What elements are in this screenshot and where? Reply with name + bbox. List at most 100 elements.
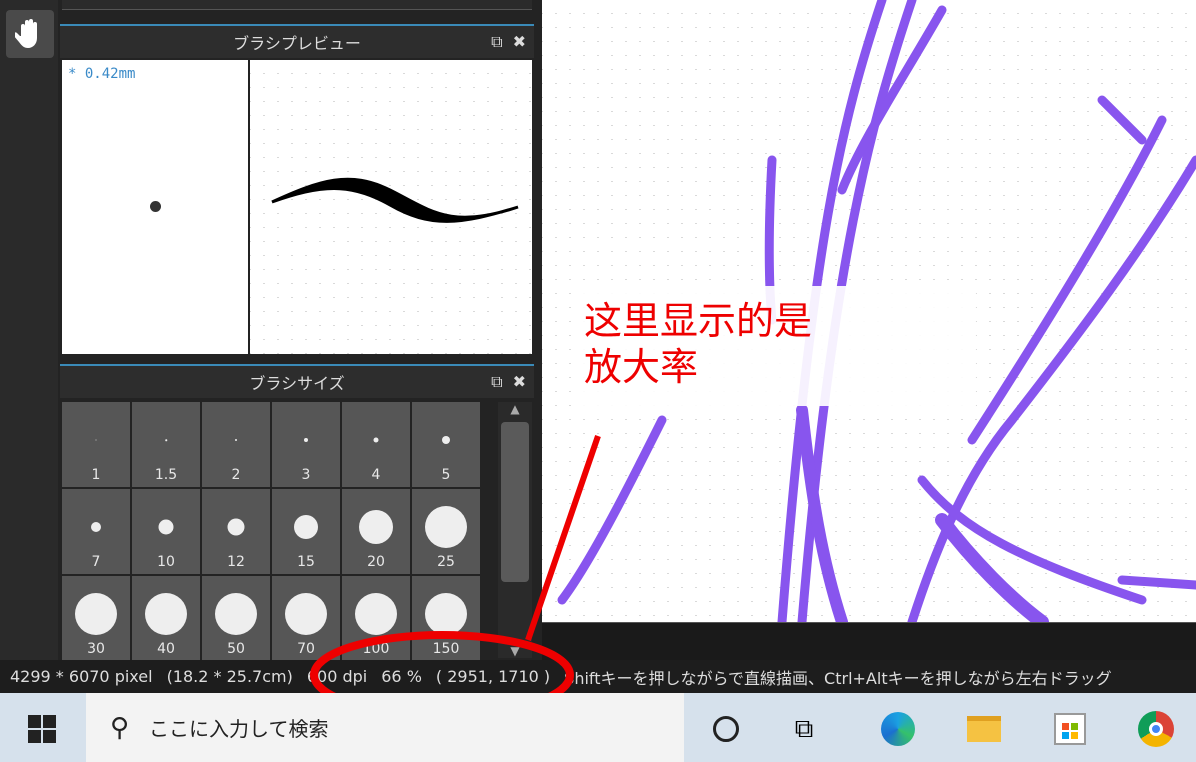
brush-size-label: 5: [441, 467, 451, 483]
brush-size-label: 12: [227, 554, 245, 570]
brush-size-dot: [91, 522, 101, 533]
brush-size-label: 2: [231, 467, 241, 483]
brush-size-label: 10: [157, 554, 175, 570]
brush-size-dot: [294, 515, 318, 540]
brush-size-label: 100: [362, 641, 390, 657]
scroll-thumb[interactable]: [501, 422, 529, 582]
brush-size-label: 70: [297, 641, 315, 657]
close-icon[interactable]: ✖: [513, 32, 526, 52]
file-explorer-icon[interactable]: [966, 711, 1002, 747]
scroll-up-icon[interactable]: ▲: [498, 402, 532, 416]
taskbar-search[interactable]: ⚲ ここに入力して検索: [86, 693, 684, 762]
brush-size-dot: [235, 439, 237, 442]
scrollbar[interactable]: ▲ ▼: [498, 402, 532, 658]
brush-size-cell[interactable]: 50: [202, 576, 270, 661]
canvas-cm: (18.2 * 25.7cm): [166, 667, 293, 686]
brush-size-label: 4: [371, 467, 381, 483]
search-placeholder: ここに入力して検索: [149, 717, 329, 741]
brush-size-label: 30: [87, 641, 105, 657]
chrome-icon[interactable]: [1138, 711, 1174, 747]
brush-size-dot: [158, 519, 174, 535]
brush-size-label: 15: [297, 554, 315, 570]
hand-icon: [15, 19, 37, 48]
brush-size-dot: [442, 436, 450, 445]
windows-icon: [28, 715, 56, 743]
brush-size-cell[interactable]: 1.5: [132, 402, 200, 487]
left-panel: ブラシプレビュー ⧉ ✖ * 0.42mm ブラシサイズ ⧉ ✖ 1 1.5 2 3 4 5 7…: [0, 0, 542, 661]
brush-size-cell[interactable]: 150: [412, 576, 480, 661]
annotation-line2: 放大率: [584, 345, 699, 389]
brush-size-dot: [215, 593, 257, 636]
brush-size-label: 3: [301, 467, 311, 483]
brush-size-label: 40: [157, 641, 175, 657]
edge-icon[interactable]: [880, 711, 916, 747]
annotation-box: 这里显示的是 放大率: [572, 286, 976, 406]
scroll-down-icon[interactable]: ▼: [498, 644, 532, 658]
brush-tip-preview: * 0.42mm: [62, 60, 248, 354]
brush-size-dot: [425, 506, 467, 549]
canvas-scrollbar[interactable]: [542, 622, 1196, 660]
brush-size-label: 20: [367, 554, 385, 570]
brush-size-dot: [355, 593, 397, 636]
brush-size-grid: 1 1.5 2 3 4 5 7 10 12 15 20 25 30 40 50 70 100 150: [62, 402, 480, 661]
brush-preview-header: ブラシプレビュー ⧉ ✖: [60, 24, 534, 58]
brush-size-cell[interactable]: 15: [272, 489, 340, 574]
brush-size-cell[interactable]: 20: [342, 489, 410, 574]
toolbar-strip: [62, 0, 532, 10]
brush-size-cell[interactable]: 70: [272, 576, 340, 661]
store-icon[interactable]: [1052, 711, 1088, 747]
brush-size-dot: [95, 439, 97, 441]
brush-size-label: 25: [437, 554, 455, 570]
search-icon: ⚲: [110, 712, 130, 743]
popout-icon[interactable]: ⧉: [491, 372, 502, 392]
brush-size-label: 150: [432, 641, 460, 657]
brush-size-label: 1: [91, 467, 101, 483]
tool-column: [0, 0, 58, 660]
popout-icon[interactable]: ⧉: [491, 32, 502, 52]
brush-preview-title: ブラシプレビュー: [233, 34, 361, 53]
brush-size-cell[interactable]: 25: [412, 489, 480, 574]
brush-size-dot: [75, 593, 117, 636]
zoom-level: 66 %: [381, 667, 422, 686]
taskbar: ⚲ ここに入力して検索 ⧉: [0, 693, 1196, 762]
brush-size-dot: [304, 438, 308, 443]
brush-size-cell[interactable]: 5: [412, 402, 480, 487]
status-bar: 4299 * 6070 pixel (18.2 * 25.7cm) 600 dp…: [0, 660, 1196, 693]
start-button[interactable]: [28, 715, 56, 747]
brush-size-header: ブラシサイズ ⧉ ✖: [60, 364, 534, 398]
brush-size-cell[interactable]: 40: [132, 576, 200, 661]
close-icon[interactable]: ✖: [513, 372, 526, 392]
canvas-pixels: 4299 * 6070 pixel: [10, 667, 153, 686]
brush-size-dot: [373, 437, 379, 443]
brush-size-cell[interactable]: 12: [202, 489, 270, 574]
brush-size-dot: [285, 593, 327, 636]
status-hint: Shiftキーを押しながらで直線描画、Ctrl+Altキーを押しながら左右ドラッ…: [564, 668, 1112, 688]
brush-size-dot: [227, 518, 245, 536]
brush-size-cell[interactable]: 100: [342, 576, 410, 661]
brush-size-dot: [145, 593, 187, 636]
brush-size-cell[interactable]: 1: [62, 402, 130, 487]
brush-size-label: 1.5: [154, 467, 178, 483]
task-view-icon[interactable]: ⧉: [786, 711, 822, 747]
brush-size-label: * 0.42mm: [68, 66, 136, 82]
annotation-line1: 这里显示的是: [584, 299, 813, 343]
cortana-icon[interactable]: [708, 711, 744, 747]
brush-tip-dot: [150, 201, 161, 212]
canvas-dpi: 600 dpi: [306, 667, 368, 686]
brush-size-label: 7: [91, 554, 101, 570]
brush-size-cell[interactable]: 10: [132, 489, 200, 574]
brush-size-label: 50: [227, 641, 245, 657]
brush-size-cell[interactable]: 30: [62, 576, 130, 661]
stroke-sample: [271, 177, 519, 223]
hand-tool-button[interactable]: [6, 10, 54, 58]
cursor-coords: ( 2951, 1710 ): [435, 667, 551, 686]
brush-size-dot: [359, 510, 393, 545]
brush-size-cell[interactable]: 3: [272, 402, 340, 487]
brush-size-dot: [425, 593, 467, 636]
brush-size-title: ブラシサイズ: [249, 374, 345, 393]
brush-size-cell[interactable]: 4: [342, 402, 410, 487]
brush-size-cell[interactable]: 2: [202, 402, 270, 487]
brush-size-cell[interactable]: 7: [62, 489, 130, 574]
stroke-preview: [250, 60, 532, 354]
brush-size-dot: [165, 439, 167, 441]
